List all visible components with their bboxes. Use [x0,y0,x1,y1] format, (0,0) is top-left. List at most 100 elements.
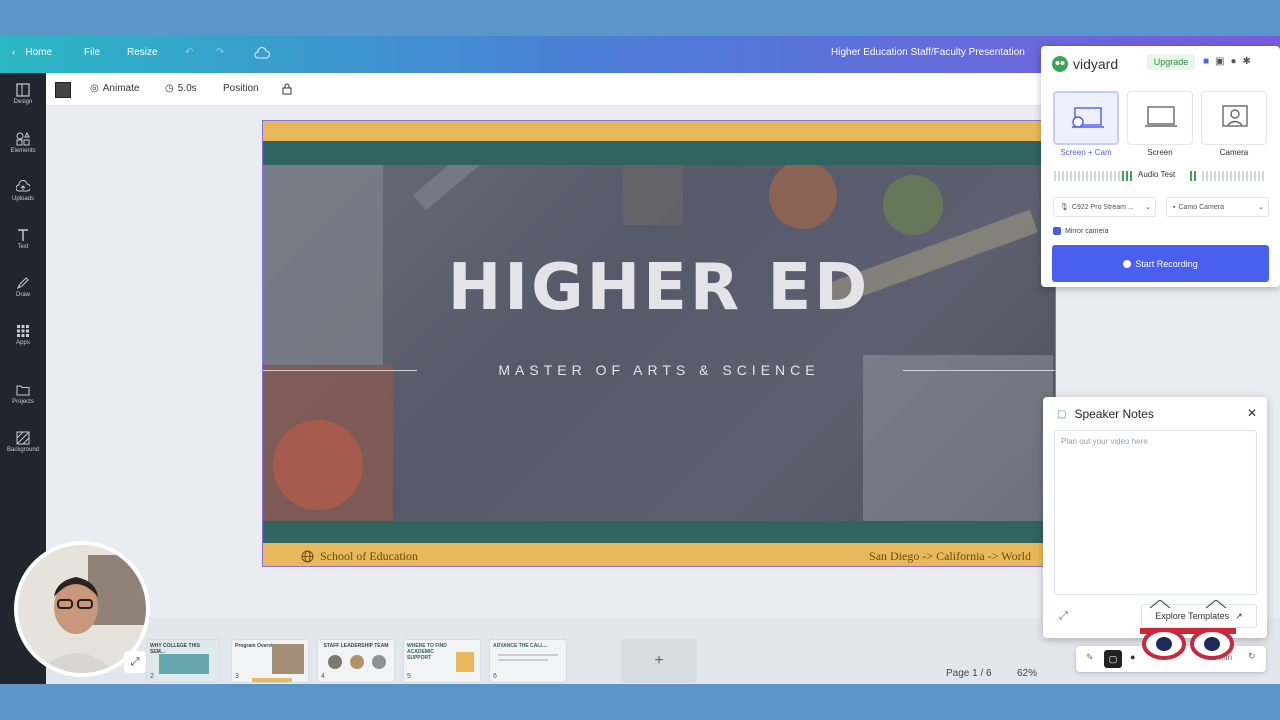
doc-title-text: Higher Education Staff/Faculty Presentat… [831,47,1025,58]
checkbox-checked-icon [1053,227,1061,235]
audio-test-meter: Audio Test [1054,170,1268,182]
slide-teal-band-bottom [263,521,1055,543]
cloud-upload-icon [16,180,30,192]
duration-button[interactable]: ◷ 5.0s [165,83,197,94]
animate-button[interactable]: ◎ Animate [90,83,139,94]
expand-camera-icon[interactable]: ⤢ [124,651,146,673]
resize-label: Resize [127,47,158,58]
sidebar-item-background[interactable]: Background [0,431,46,453]
divider-right [903,370,1055,371]
mirror-label: Mirror camera [1065,227,1109,235]
page-indicator[interactable]: Page 1 / 6 [946,668,992,679]
home-button[interactable]: ‹ Home [12,47,52,58]
sidebar-item-uploads[interactable]: Uploads [0,180,46,202]
zoom-level[interactable]: 62% [1017,668,1037,679]
chevron-down-icon: ⌄ [1145,204,1151,211]
upgrade-button[interactable]: Upgrade [1147,54,1195,70]
sidebar-item-label: Design [13,99,33,105]
home-label: Home [25,47,53,58]
sidebar-item-apps[interactable]: Apps [0,324,46,346]
start-recording-button[interactable]: Start Recording [1052,245,1269,282]
slide-top-band [263,121,1055,141]
thumbnail-5[interactable]: WHERE TO FIND ACADEMIC SUPPORT 5 [403,639,481,683]
duration-label: 5.0s [177,83,197,94]
resize-menu[interactable]: Resize [127,47,158,58]
thumbnail-4[interactable]: STAFF LEADERSHIP TEAM 4 [317,639,395,683]
pen-icon[interactable]: ✎ [1086,652,1094,663]
bell-icon[interactable]: ● [1231,56,1237,67]
dot-icon[interactable]: ● [1130,652,1135,662]
footer-right: San Diego -> California -> World [869,549,1031,563]
thumbnail-number: 2 [150,673,154,680]
library-icon[interactable]: ▣ [1215,56,1224,67]
microphone-value: C922 Pro Stream ... [1071,203,1134,211]
thumbnail-6[interactable]: ADVANCE THE CALL... 6 [489,639,567,683]
vidyard-panel: vidyard Upgrade ■ ▣ ● ✱ Screen + Cam Scr… [1041,46,1280,287]
slide[interactable]: HIGHER ED MASTER OF ARTS & SCIENCE Schoo… [262,120,1056,567]
mode-screen[interactable] [1127,91,1193,145]
animate-label: Animate [102,83,140,94]
thumbnail-2[interactable]: WHY COLLEGE THIS SEM... 2 [146,639,220,683]
video-icon[interactable]: ■ [1203,56,1209,67]
vidyard-logo-icon [1052,56,1068,72]
thumbnail-caption: ADVANCE THE CALL... [493,643,548,649]
mode-screen-cam[interactable] [1053,91,1119,145]
file-menu[interactable]: File [84,47,100,58]
sidebar-item-draw[interactable]: Draw [0,276,46,298]
sidebar-item-text[interactable]: Text [0,228,46,250]
mode-camera[interactable] [1201,91,1267,145]
refresh-icon[interactable]: ↻ [1248,651,1256,662]
screen-cam-icon [1072,107,1104,128]
vidyard-logo: vidyard [1051,55,1118,73]
camera-select[interactable]: ▪ Camo Camera ⌄ [1166,197,1269,217]
thumbnail-number: 6 [493,673,497,680]
glasses-mascot-icon [1140,600,1236,660]
animate-icon: ◎ [90,83,99,94]
vidyard-brand: vidyard [1073,56,1119,72]
add-page-button[interactable]: + [621,639,697,683]
lock-icon[interactable] [282,83,292,95]
record-icon [1123,259,1132,268]
sidebar-item-elements[interactable]: Elements [0,132,46,154]
shapes-icon [16,132,30,146]
mode-label: Screen [1147,148,1173,157]
gear-icon[interactable]: ✱ [1243,56,1251,67]
sidebar-item-label: Apps [16,340,30,346]
thumbnail-3[interactable]: Program Overview 3 [231,639,309,683]
pattern-icon [16,431,30,445]
thumbnail-number: 5 [407,673,411,680]
notes-icon: ▢ [1057,408,1067,420]
sidebar-item-projects[interactable]: Projects [0,383,46,405]
file-label: File [84,47,101,58]
speaker-notes-header: ▢ Speaker Notes [1057,407,1154,421]
video-camera-icon: ▪ [1173,203,1176,211]
mirror-camera-checkbox[interactable]: Mirror camera [1053,227,1109,235]
notes-textarea[interactable]: Plan out your video here [1054,430,1257,595]
sidebar-item-label: Elements [10,148,36,154]
color-swatch[interactable] [55,82,71,98]
expand-icon[interactable]: ⤢ [1059,610,1068,623]
position-label: Position [223,83,259,94]
folder-icon [16,385,30,396]
document-title[interactable]: Higher Education Staff/Faculty Presentat… [831,47,1025,58]
mode-label: Screen + Cam [1060,148,1112,157]
grid-icon [17,325,29,337]
microphone-select[interactable]: 🎙 C922 Pro Stream ... ⌄ [1053,197,1156,217]
sidebar-item-label: Projects [12,399,34,405]
cloud-sync-icon [254,47,270,59]
microphone-icon: 🎙 [1060,204,1069,211]
sidebar-item-design[interactable]: Design [0,83,46,105]
undo-icon[interactable]: ↶ [185,47,193,58]
close-icon[interactable]: ✕ [1247,406,1257,420]
start-recording-label: Start Recording [1135,258,1198,269]
speaker-notes-title: Speaker Notes [1074,407,1154,421]
slide-background-photo [263,165,1055,521]
position-button[interactable]: Position [223,83,259,94]
screen-icon [1145,106,1177,127]
slide-teal-band [263,141,1055,165]
notes-toggle-icon[interactable]: ▢ [1104,650,1122,668]
redo-icon[interactable]: ↷ [216,47,224,58]
thumbnail-number: 3 [235,673,239,680]
camera-value: Camo Camera [1178,203,1224,211]
sidebar-item-label: Background [6,447,40,453]
